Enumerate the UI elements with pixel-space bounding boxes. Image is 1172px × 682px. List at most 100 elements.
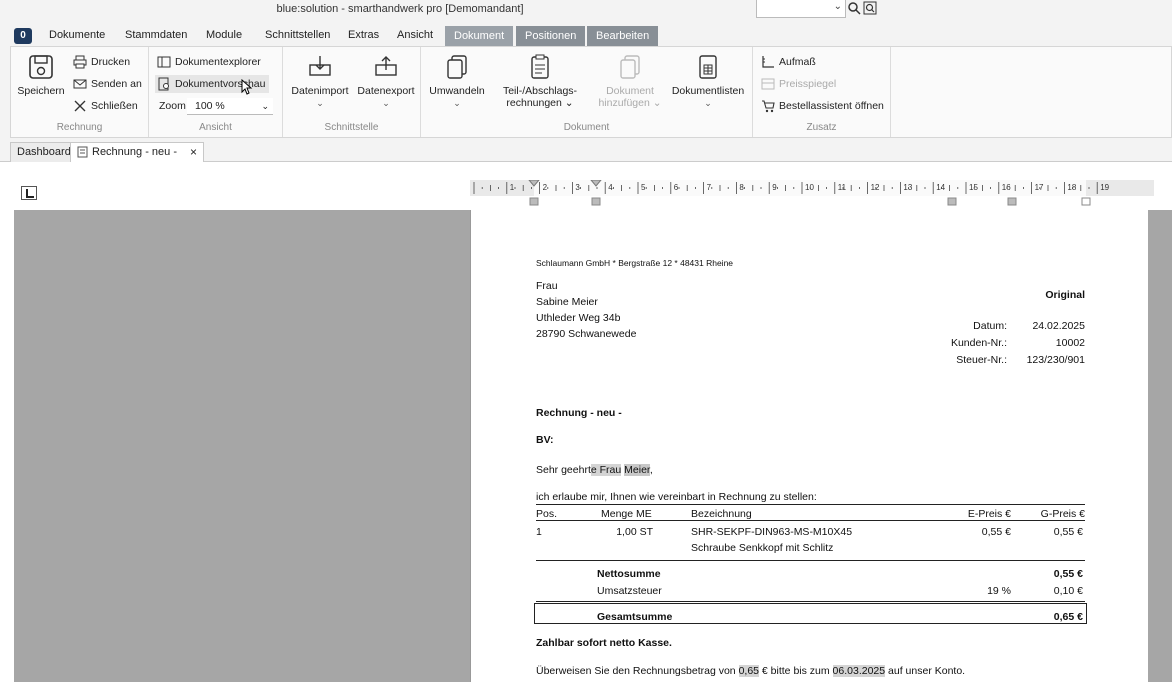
tax-no-value: 123/230/901: [1026, 354, 1085, 366]
partial-label-2: rechnungen: [506, 97, 562, 109]
document-workspace: 1 2 3 4 5 6 7 8 9 10 11 12 13 14 15 16 17 18 19 Schlaumann…: [0, 162, 1172, 682]
zoom-label: Zoom: [159, 100, 186, 112]
search-input[interactable]: ⌄: [756, 0, 846, 18]
tab-rechnung[interactable]: Rechnung - neu - ×: [70, 142, 204, 162]
left-margin-marker[interactable]: [529, 197, 539, 206]
search-icon[interactable]: [846, 1, 862, 17]
customer-no-label: Kunden-Nr.:: [950, 337, 1007, 349]
tab-stop-marker[interactable]: [947, 197, 957, 206]
col-header-desc: Bezeichnung: [691, 508, 752, 520]
document-tab-bar: Dashboard Rechnung - neu - ×: [0, 140, 1172, 162]
tab-stop-marker[interactable]: [591, 197, 601, 206]
salutation: Sehr geehrte Frau Meier,: [536, 464, 653, 476]
bv-label: BV:: [536, 434, 554, 446]
aufmass-label: Aufmaß: [779, 56, 816, 68]
ruler-number: 6: [674, 183, 679, 192]
copy-label: Original: [1045, 289, 1085, 301]
advanced-search-icon[interactable]: [862, 1, 878, 17]
right-indent-marker[interactable]: [1081, 197, 1091, 206]
ribbon: Speichern Drucken Senden an Schließen Re…: [10, 46, 1172, 138]
zoom-select[interactable]: 100 % ⌄: [187, 98, 273, 115]
data-import-button[interactable]: Datenimport ⌄: [287, 53, 353, 109]
aufmass-button[interactable]: Aufmaß: [761, 53, 816, 71]
date-value: 24.02.2025: [1032, 320, 1085, 332]
app-menu-button[interactable]: 0: [14, 28, 32, 44]
import-label: Datenimport: [291, 85, 349, 97]
document-lists-label: Dokumentlisten: [671, 85, 745, 97]
close-icon: [74, 100, 86, 112]
printer-icon: [73, 55, 87, 69]
save-icon: [29, 55, 53, 79]
group-label-schnittstelle: Schnittstelle: [324, 122, 379, 133]
date-label: Datum:: [973, 320, 1007, 332]
vat-value: 0,10 €: [1053, 585, 1083, 597]
partial-invoices-button[interactable]: Teil-/Abschlags- rechnungen ⌄: [493, 53, 587, 109]
net-value: 0,55 €: [1053, 568, 1083, 580]
table-top-rule: [536, 504, 1085, 505]
convert-button[interactable]: Umwandeln ⌄: [425, 53, 489, 109]
ruler-number: 17: [1035, 183, 1044, 192]
ruler-number: 9: [772, 183, 777, 192]
add-label-1: Dokument: [606, 85, 654, 97]
menu-dokumente[interactable]: Dokumente: [49, 29, 105, 41]
window-title: blue:solution - smarthandwerk pro [Demom…: [276, 3, 524, 15]
print-label: Drucken: [91, 56, 131, 68]
ruler-number: 1: [510, 183, 515, 192]
horizontal-ruler[interactable]: 1 2 3 4 5 6 7 8 9 10 11 12 13 14 15 16 17 18 19: [470, 180, 1154, 208]
ruler-number: 19: [1100, 183, 1109, 192]
ruler-number: 11: [838, 183, 847, 192]
add-document-icon: [620, 55, 640, 79]
tax-no-label: Steuer-Nr.:: [956, 354, 1007, 366]
ruler-number: 5: [641, 183, 646, 192]
table-end-rule: [536, 560, 1085, 561]
tab-stop-selector[interactable]: [21, 186, 37, 200]
save-button[interactable]: Speichern: [17, 53, 65, 97]
recipient-name: Sabine Meier: [536, 296, 598, 308]
ruler-number: 12: [871, 183, 880, 192]
total-top-rule: [536, 601, 1085, 602]
close-document-button[interactable]: Schließen: [73, 97, 138, 115]
tab-dokument[interactable]: Dokument: [445, 26, 514, 46]
menu-ansicht[interactable]: Ansicht: [397, 29, 433, 41]
tab-stop-marker[interactable]: [1007, 197, 1017, 206]
invoice-heading: Rechnung - neu -: [536, 407, 622, 419]
tab-dashboard[interactable]: Dashboard: [10, 142, 78, 162]
copy-document-icon: [447, 55, 467, 79]
chevron-down-icon: ⌄: [316, 98, 324, 108]
group-label-ansicht: Ansicht: [199, 122, 232, 133]
preisspiegel-button[interactable]: Preisspiegel: [761, 75, 836, 93]
menu-schnittstellen[interactable]: Schnittstellen: [265, 29, 330, 41]
tab-positionen[interactable]: Positionen: [516, 26, 586, 46]
recipient-city: 28790 Schwanewede: [536, 328, 637, 340]
gross-label: Gesamtsumme: [597, 611, 673, 623]
convert-label: Umwandeln: [429, 85, 485, 97]
ruler-number: 14: [936, 183, 945, 192]
row-total-price: 0,55 €: [1053, 526, 1083, 538]
order-assistant-button[interactable]: Bestellassistent öffnen: [761, 97, 884, 115]
send-button[interactable]: Senden an: [73, 75, 142, 93]
group-label-dokument: Dokument: [563, 122, 610, 133]
menu-extras[interactable]: Extras: [348, 29, 379, 41]
import-icon: [309, 56, 331, 76]
close-tab-icon[interactable]: ×: [190, 145, 197, 159]
print-button[interactable]: Drucken: [73, 53, 130, 71]
tab-bearbeiten[interactable]: Bearbeiten: [587, 26, 659, 46]
row-qty: 1,00 ST: [616, 526, 653, 538]
ruler-number: 13: [903, 183, 912, 192]
document-list-icon: [699, 55, 717, 79]
document-explorer-button[interactable]: Dokumentexplorer: [157, 53, 261, 71]
chevron-down-icon[interactable]: ⌄: [834, 1, 842, 12]
gross-value: 0,65 €: [1053, 611, 1083, 623]
preview-icon: [158, 77, 169, 91]
menu-module[interactable]: Module: [206, 29, 242, 41]
invoice-page[interactable]: Schlaumann GmbH * Bergstraße 12 * 48431 …: [470, 210, 1148, 682]
group-ansicht: Dokumentexplorer Dokumentvorschau Zoom A…: [149, 47, 283, 137]
intro-text: ich erlaube mir, Ihnen wie vereinbart in…: [536, 491, 817, 503]
export-label: Datenexport: [357, 85, 415, 97]
document-lists-button[interactable]: Dokumentlisten ⌄: [669, 53, 747, 109]
menu-stammdaten[interactable]: Stammdaten: [125, 29, 187, 41]
customer-no-value: 10002: [1055, 337, 1085, 349]
add-document-button[interactable]: Dokument hinzufügen ⌄: [591, 53, 669, 109]
col-header-unit-price: E-Preis €: [967, 508, 1011, 520]
data-export-button[interactable]: Datenexport ⌄: [353, 53, 419, 109]
